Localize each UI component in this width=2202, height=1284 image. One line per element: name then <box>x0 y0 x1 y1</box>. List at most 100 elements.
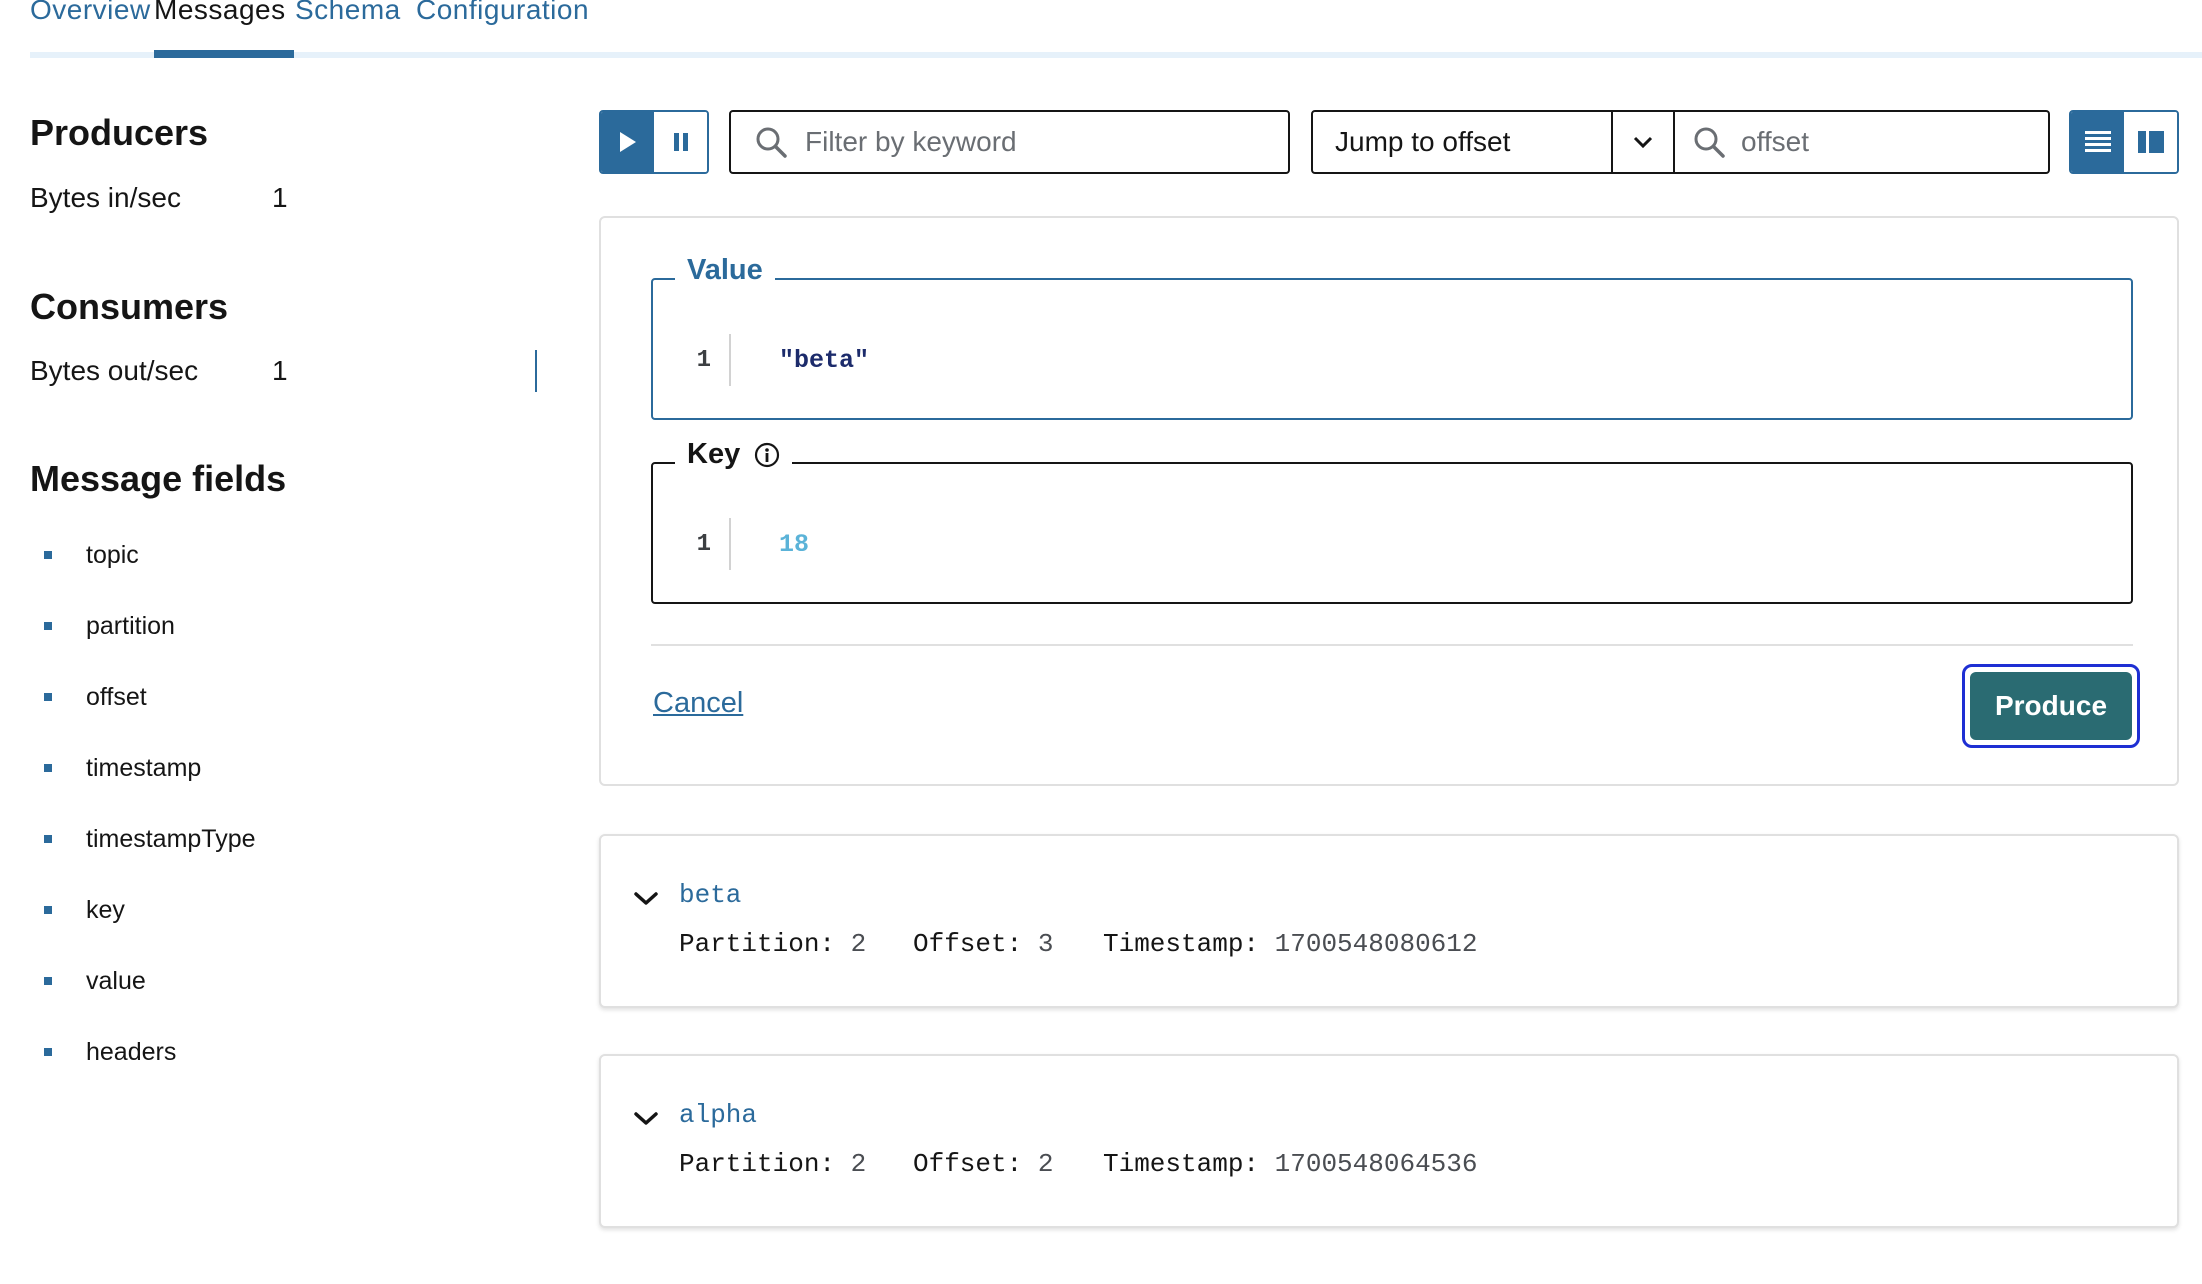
field-label: value <box>86 966 146 995</box>
bytes-in-value: 1 <box>272 182 288 213</box>
list-view-icon <box>2084 131 2111 152</box>
jump-to-select-value: Jump to offset <box>1335 126 1511 157</box>
gutter-divider <box>729 334 731 386</box>
field-item-timestamptype[interactable]: timestampType <box>44 819 256 859</box>
bytes-out-label: Bytes out/sec <box>30 355 199 386</box>
field-label: key <box>86 895 125 924</box>
field-item-value[interactable]: value <box>44 961 146 1001</box>
pause-button[interactable] <box>654 112 707 172</box>
message-timestamp: Timestamp: 1700548080612 <box>1103 929 1477 959</box>
chevron-down-icon[interactable] <box>1611 112 1673 172</box>
offset-value: 3 <box>1037 929 1054 959</box>
split-view-button[interactable] <box>2124 112 2177 172</box>
offset-label: Offset: <box>913 1149 1023 1179</box>
bullet-icon <box>44 622 52 630</box>
message-timestamp: Timestamp: 1700548064536 <box>1103 1149 1477 1179</box>
partition-value: 2 <box>850 1149 867 1179</box>
field-label: timestampType <box>86 824 256 853</box>
form-divider <box>651 644 2133 646</box>
stream-toggle <box>599 110 709 174</box>
key-code-line: 1 18 <box>653 518 809 570</box>
value-legend-label: Value <box>687 254 763 286</box>
search-icon <box>756 127 787 158</box>
tab-overview[interactable]: Overview <box>30 0 151 26</box>
produce-button[interactable]: Produce <box>1970 672 2132 740</box>
filter-input-wrapper <box>729 110 1290 174</box>
jump-to-select[interactable]: Jump to offset <box>1311 110 1675 174</box>
filter-input[interactable] <box>805 126 1288 158</box>
bullet-icon <box>44 693 52 701</box>
play-button[interactable] <box>601 112 654 172</box>
offset-value: 2 <box>1037 1149 1054 1179</box>
timestamp-value: 1700548080612 <box>1274 929 1478 959</box>
cancel-link[interactable]: Cancel <box>653 687 743 720</box>
timestamp-label: Timestamp: <box>1103 929 1260 959</box>
message-offset: Offset: 3 <box>913 929 1053 959</box>
bullet-icon <box>44 977 52 985</box>
tab-configuration[interactable]: Configuration <box>416 0 589 26</box>
play-icon <box>619 132 636 152</box>
message-offset: Offset: 2 <box>913 1149 1053 1179</box>
message-partition: Partition: 2 <box>679 929 866 959</box>
field-item-partition[interactable]: partition <box>44 606 175 646</box>
timestamp-label: Timestamp: <box>1103 1149 1260 1179</box>
field-item-topic[interactable]: topic <box>44 535 139 575</box>
bullet-icon <box>44 551 52 559</box>
tab-schema[interactable]: Schema <box>295 0 401 26</box>
message-key: alpha <box>679 1100 758 1130</box>
field-item-headers[interactable]: headers <box>44 1032 176 1072</box>
field-item-timestamp[interactable]: timestamp <box>44 748 201 788</box>
message-card[interactable]: alpha Partition: 2 Offset: 2 Timestamp: … <box>599 1054 2179 1228</box>
resize-handle[interactable] <box>535 350 537 392</box>
producers-title: Producers <box>30 112 209 153</box>
bullet-icon <box>44 835 52 843</box>
tab-messages[interactable]: Messages <box>154 0 286 26</box>
value-code[interactable]: "beta" <box>779 346 869 375</box>
partition-label: Partition: <box>679 929 836 959</box>
bullet-icon <box>44 1048 52 1056</box>
value-legend: Value <box>675 254 775 287</box>
field-label: offset <box>86 682 147 711</box>
partition-value: 2 <box>850 929 867 959</box>
chevron-down-icon[interactable] <box>631 1104 661 1134</box>
search-icon <box>1694 127 1725 158</box>
partition-label: Partition: <box>679 1149 836 1179</box>
message-fields-title: Message fields <box>30 458 287 499</box>
field-item-offset[interactable]: offset <box>44 677 147 717</box>
pause-icon <box>673 133 688 151</box>
offset-label: Offset: <box>913 929 1023 959</box>
bytes-out-value: 1 <box>272 355 288 386</box>
line-number: 1 <box>696 346 711 374</box>
value-code-line: 1 "beta" <box>653 334 869 386</box>
bullet-icon <box>44 906 52 914</box>
message-key: beta <box>679 880 742 910</box>
bullet-icon <box>44 764 52 772</box>
produce-button-focus-ring: Produce <box>1962 664 2140 748</box>
chevron-down-icon[interactable] <box>631 884 661 914</box>
split-view-icon <box>2137 131 2164 153</box>
bytes-in-label: Bytes in/sec <box>30 182 181 213</box>
line-number: 1 <box>696 530 711 558</box>
gutter-divider <box>729 518 731 570</box>
offset-input[interactable] <box>1741 126 2048 158</box>
field-label: partition <box>86 611 175 640</box>
key-legend: Key <box>675 438 793 471</box>
offset-input-wrapper <box>1675 110 2050 174</box>
timestamp-value: 1700548064536 <box>1274 1149 1478 1179</box>
field-label: timestamp <box>86 753 202 782</box>
field-label: topic <box>86 540 139 569</box>
key-code[interactable]: 18 <box>779 530 809 559</box>
tab-bar: Overview Messages Schema Configuration <box>30 0 2202 58</box>
info-icon[interactable] <box>754 442 780 468</box>
active-tab-indicator <box>154 50 294 58</box>
field-label: headers <box>86 1037 177 1066</box>
view-mode-toggle <box>2069 110 2179 174</box>
key-legend-label: Key <box>687 438 741 470</box>
list-view-button[interactable] <box>2071 112 2124 172</box>
field-item-key[interactable]: key <box>44 890 125 930</box>
message-card[interactable]: beta Partition: 2 Offset: 3 Timestamp: 1… <box>599 834 2179 1008</box>
value-editor[interactable]: Value 1 "beta" <box>651 254 2133 420</box>
consumers-title: Consumers <box>30 286 229 327</box>
key-editor[interactable]: Key 1 18 <box>651 438 2133 604</box>
produce-message-card: Value 1 "beta" Key 1 18 Cancel Produce <box>599 216 2179 786</box>
